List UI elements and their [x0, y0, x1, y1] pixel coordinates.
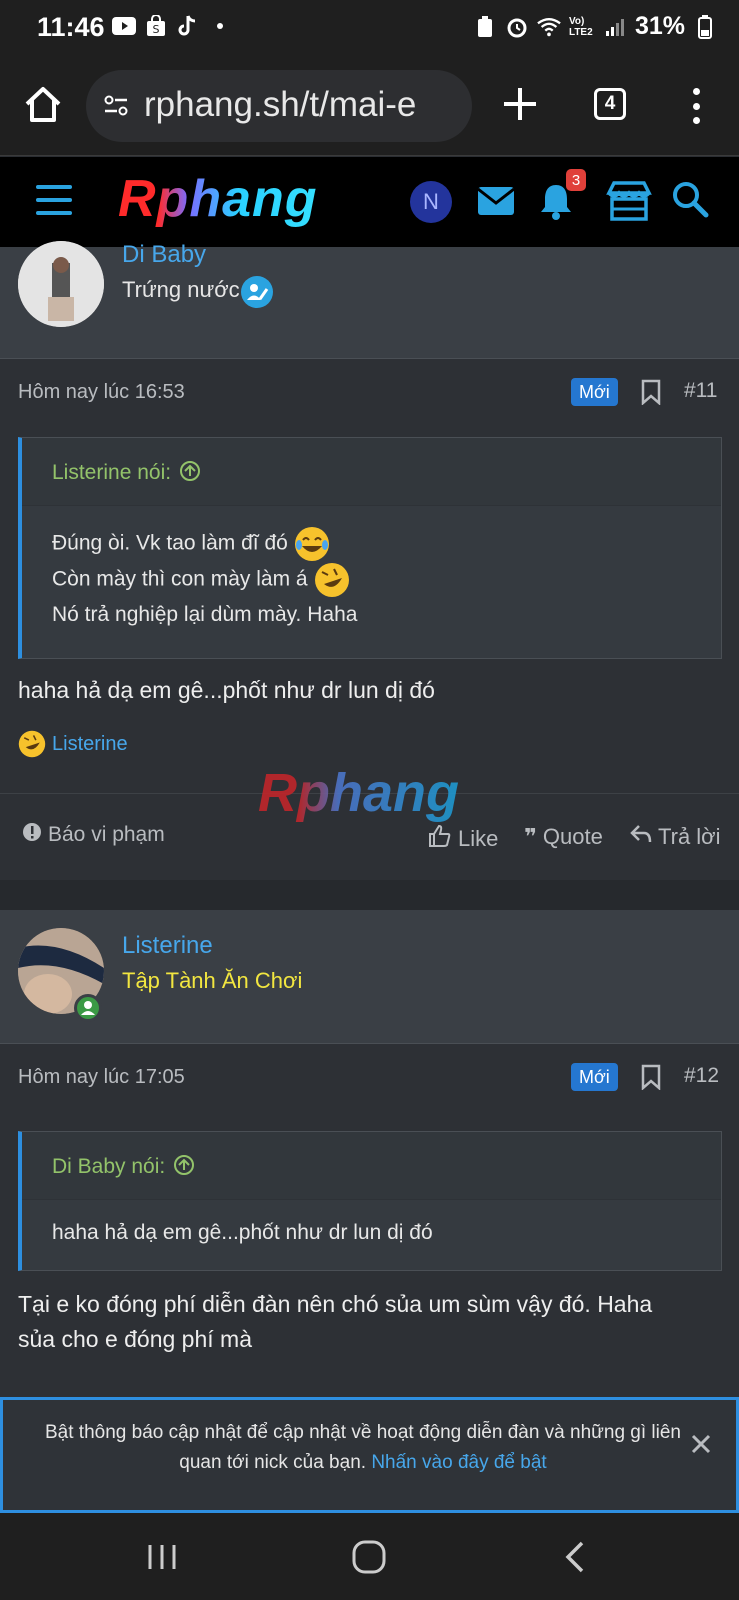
post-user-title: Trứng nước: [122, 277, 240, 302]
post-body: haha hả dạ em gê...phốt như dr lun dị đó: [18, 677, 435, 703]
search-icon[interactable]: [670, 179, 714, 223]
battery-saver-icon: [473, 15, 497, 39]
rofl-emoji-icon: [18, 730, 46, 758]
tears-of-joy-emoji-icon: [294, 526, 330, 562]
reply-button[interactable]: Trả lời: [630, 824, 721, 850]
site-logo[interactable]: Rphang: [118, 169, 318, 229]
youtube-icon: [112, 14, 136, 38]
system-nav-bar: [0, 1513, 739, 1600]
quote-line: Nó trả nghiệp lại dùm mày. Haha: [52, 603, 358, 626]
quote-block: Di Baby nói: haha hả dạ em gê...phốt như…: [18, 1131, 722, 1271]
post-username[interactable]: Listerine: [122, 932, 213, 960]
quote-content: haha hả dạ em gê...phốt như dr lun dị đó: [22, 1200, 721, 1270]
quote-header: Di Baby nói:: [22, 1132, 721, 1200]
quote-icon: ❞: [524, 824, 537, 849]
site-settings-icon[interactable]: [104, 95, 128, 117]
status-app-icons: S: [112, 14, 232, 38]
dot-icon: [208, 14, 232, 38]
reply-icon: [630, 824, 652, 850]
quote-header: Listerine nói:: [22, 438, 721, 506]
rofl-emoji-icon: [314, 562, 350, 598]
quote-line: Còn mày thì con mày làm á: [52, 562, 691, 598]
quote-attribution[interactable]: Di Baby nói:: [52, 1154, 195, 1179]
bookmark-icon[interactable]: [640, 379, 662, 406]
svg-text:S: S: [153, 23, 160, 36]
status-bar: 11:46 S Vo) LTE2 31%: [0, 0, 739, 58]
thumbs-up-icon: [428, 824, 452, 854]
battery-percent: 31%: [634, 12, 685, 40]
recent-apps-icon[interactable]: [142, 1537, 182, 1577]
browser-toolbar: rphang.sh/t/mai-e 4: [0, 58, 739, 156]
home-icon[interactable]: [22, 84, 64, 126]
url-text[interactable]: rphang.sh/t/mai-e: [144, 85, 416, 125]
signal-icon: [603, 15, 627, 39]
back-icon[interactable]: [556, 1537, 596, 1577]
verified-user-icon: [240, 275, 274, 309]
post-separator: [0, 880, 739, 910]
post-meta: Hôm nay lúc 16:53 Mới #11: [0, 359, 739, 429]
alert-icon: [22, 822, 42, 848]
user-avatar-button[interactable]: N: [410, 181, 452, 223]
like-button[interactable]: Like: [428, 824, 498, 854]
tiktok-icon: [176, 14, 200, 38]
enable-notifications-link[interactable]: Nhấn vào đây để bật: [371, 1452, 546, 1473]
quote-block: Listerine nói: Đúng òi. Vk tao làm đĩ đó…: [18, 437, 722, 659]
more-menu-icon[interactable]: [684, 88, 708, 124]
new-badge: Mới: [571, 1063, 618, 1091]
post-number[interactable]: #11: [684, 379, 717, 403]
address-bar[interactable]: rphang.sh/t/mai-e: [86, 70, 472, 142]
menu-icon[interactable]: [36, 185, 72, 215]
quote-attribution[interactable]: Listerine nói:: [52, 460, 201, 485]
post-12: Listerine Tập Tành Ăn Chơi Hôm nay lúc 1…: [0, 910, 739, 1397]
post-body: Tại e ko đóng phí diễn đàn nên chó sủa u…: [18, 1291, 653, 1352]
post-author-strip: Listerine Tập Tành Ăn Chơi: [0, 910, 739, 1044]
push-notification-banner: Bật thông báo cập nhật để cập nhật về ho…: [0, 1397, 739, 1513]
bookmark-icon[interactable]: [640, 1064, 662, 1091]
wifi-icon: [537, 15, 561, 39]
new-badge: Mới: [571, 378, 618, 406]
mail-icon[interactable]: [474, 179, 518, 223]
home-nav-icon[interactable]: [349, 1537, 389, 1577]
new-tab-icon[interactable]: [500, 84, 540, 124]
quote-button[interactable]: ❞ Quote: [524, 824, 603, 850]
jump-to-quote-icon: [179, 460, 201, 482]
quote-content: Đúng òi. Vk tao làm đĩ đó Còn mày thì co…: [22, 506, 721, 652]
post-time[interactable]: Hôm nay lúc 16:53: [18, 381, 185, 404]
report-button[interactable]: Báo vi phạm: [22, 822, 165, 848]
close-icon[interactable]: [689, 1432, 713, 1456]
battery-icon: [693, 14, 717, 39]
notification-badge: 3: [566, 169, 586, 191]
post-author-strip: Di Baby Trứng nước: [0, 241, 739, 359]
status-time: 11:46: [37, 12, 105, 42]
jump-to-quote-icon: [173, 1154, 195, 1176]
reaction-user: Listerine: [52, 732, 128, 755]
quote-line: haha hả dạ em gê...phốt như dr lun dị đó: [52, 1221, 433, 1244]
post-user-title: Tập Tành Ăn Chơi: [122, 968, 303, 993]
notification-text: Bật thông báo cập nhật để cập nhật về ho…: [45, 1422, 681, 1473]
post-number[interactable]: #12: [684, 1064, 719, 1088]
store-icon[interactable]: [604, 179, 654, 223]
status-system-icons: Vo) LTE2 31%: [473, 12, 717, 41]
post-meta: Hôm nay lúc 17:05 Mới #12: [0, 1044, 739, 1114]
watermark-logo: Rphang: [258, 763, 459, 823]
alarm-icon: [505, 15, 529, 39]
post-time[interactable]: Hôm nay lúc 17:05: [18, 1066, 185, 1089]
forum-header: Rphang N 3: [0, 157, 739, 247]
quote-line: Đúng òi. Vk tao làm đĩ đó: [52, 526, 691, 562]
avatar[interactable]: [18, 241, 104, 327]
post-username[interactable]: Di Baby: [122, 241, 206, 269]
shopping-bag-icon: S: [144, 14, 168, 38]
online-status-icon: [74, 994, 102, 1022]
reaction-summary[interactable]: Listerine: [18, 730, 128, 758]
network-label: Vo) LTE2: [568, 15, 593, 38]
tab-switcher-button[interactable]: 4: [594, 88, 626, 120]
